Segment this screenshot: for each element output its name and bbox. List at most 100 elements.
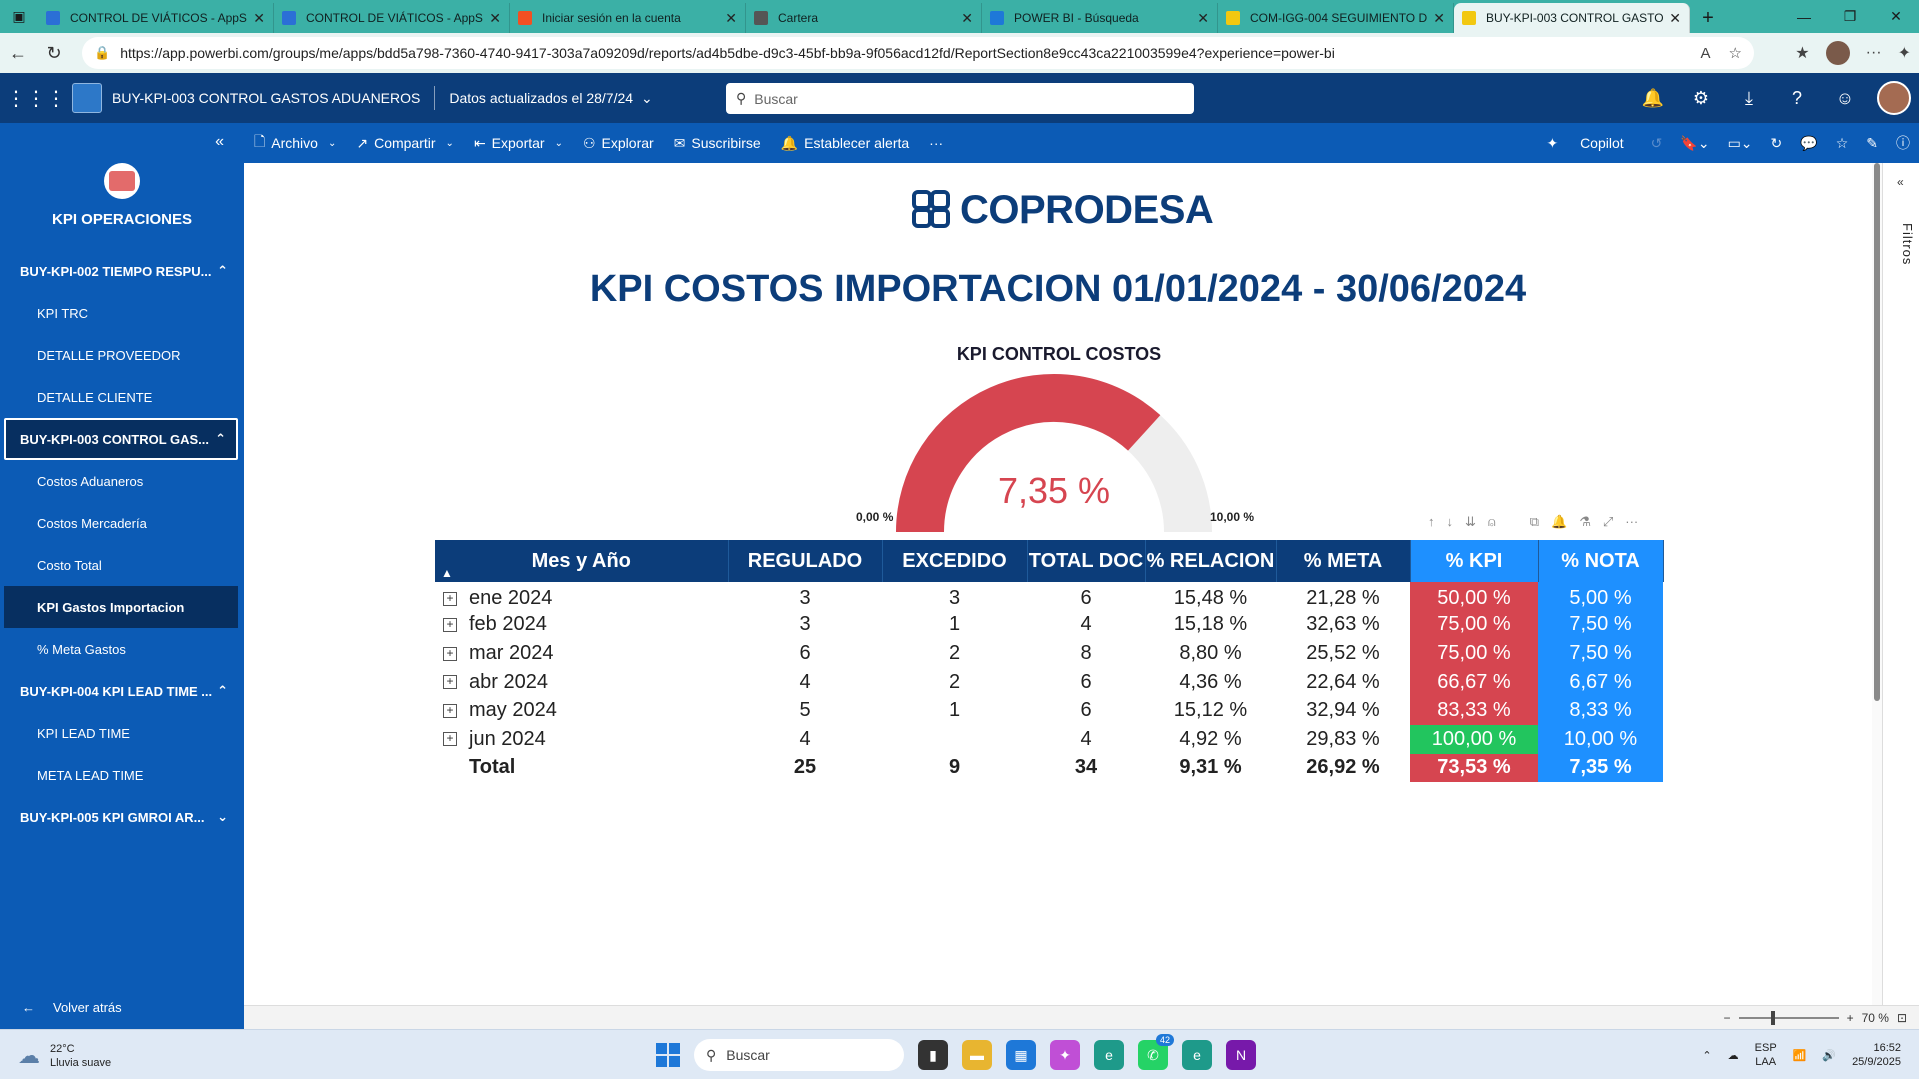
site-info-icon[interactable]: 🔒 [94,45,110,61]
close-tab-icon[interactable]: ✕ [725,10,737,27]
fit-page-icon[interactable]: ⊡ [1897,1011,1907,1025]
wifi-icon[interactable]: 📶 [1793,1049,1807,1062]
nav-section[interactable]: BUY-KPI-003 CONTROL GAS... ⌃ [4,418,238,460]
app-logo[interactable] [72,83,102,113]
browser-tab[interactable]: CONTROL DE VIÁTICOS - AppSheet ✕ [274,3,510,33]
row-label[interactable]: + abr 2024 [435,668,728,697]
help-icon[interactable]: ? [1773,73,1821,123]
nav-item[interactable]: DETALLE PROVEEDOR [0,334,244,376]
nav-item[interactable]: % Meta Gastos [0,628,244,670]
restore-icon[interactable]: ❐ [1827,0,1873,33]
close-tab-icon[interactable]: ✕ [489,10,501,27]
focus-mode-icon[interactable]: ⤢ [1603,514,1613,530]
drill-up-icon[interactable]: ↑ [1428,514,1435,530]
filters-pane[interactable]: « Filtros [1882,163,1919,1029]
row-label[interactable]: + feb 2024 [435,611,728,640]
expand-row-icon[interactable]: + [443,732,457,747]
zoom-out-icon[interactable]: − [1724,1011,1731,1025]
nav-item[interactable]: Costo Total [0,544,244,586]
url-field[interactable]: 🔒 https://app.powerbi.com/groups/me/apps… [82,37,1754,69]
copilot-button[interactable]: ✦ Copilot [1528,135,1641,152]
nav-item[interactable]: Costos Mercadería [0,502,244,544]
more-options-button[interactable]: ··· [919,123,953,163]
nav-item[interactable]: META LEAD TIME [0,754,244,796]
copilot-app-icon[interactable]: ✦ [1050,1040,1080,1070]
read-aloud-icon[interactable]: A [1701,45,1711,62]
favorite-star-icon[interactable]: ☆ [1729,44,1742,62]
share-menu[interactable]: ↗ Compartir ⌄ [346,123,464,163]
taskbar-search[interactable]: ⚲ Buscar [694,1039,904,1071]
filter-icon[interactable]: ⚗ [1579,514,1591,530]
user-avatar[interactable] [1877,81,1911,115]
browser-menu-icon[interactable]: ··· [1866,44,1882,62]
browser-tab[interactable]: CONTROL DE VIÁTICOS - AppSheet ✕ [38,3,274,33]
nav-section[interactable]: BUY-KPI-002 TIEMPO RESPU... ⌃ [0,250,244,292]
expand-row-icon[interactable]: + [443,646,457,661]
drill-down-icon[interactable]: ↓ [1447,514,1454,530]
language-indicator[interactable]: ESP LAA [1755,1041,1777,1069]
nav-item[interactable]: Costos Aduaneros [0,460,244,502]
nav-section[interactable]: BUY-KPI-005 KPI GMROI AR... ⌄ [0,796,244,838]
header-kpi[interactable]: % KPI [1410,540,1539,582]
row-label[interactable]: + ene 2024 [435,582,728,611]
profile-avatar[interactable] [1825,41,1850,65]
weather-widget[interactable]: ☁ 22°C Lluvia suave [18,1042,111,1070]
clock[interactable]: 16:52 25/9/2025 [1852,1041,1901,1069]
bookmark-icon[interactable]: 🔖⌄ [1671,135,1718,152]
chevron-up-icon[interactable]: ⌃ [1702,1049,1711,1062]
store-icon[interactable]: ▦ [1006,1040,1036,1070]
header-mes[interactable]: Mes y Año ▲ [435,540,729,582]
file-menu[interactable]: 🗋 Archivo ⌄ [244,123,346,163]
back-icon[interactable]: ← [0,35,36,71]
copilot-icon[interactable]: ✦ [1898,43,1911,63]
favorites-icon[interactable]: ★ [1795,43,1809,63]
hierarchy-icon[interactable]: ⍝ [1488,514,1496,530]
expand-row-icon[interactable]: + [443,675,457,690]
browser-tab[interactable]: BUY-KPI-003 CONTROL GASTOS ✕ [1454,3,1690,33]
browser-tab[interactable]: Cartera ✕ [746,3,982,33]
edit-icon[interactable]: ✎ [1857,135,1887,152]
expand-all-icon[interactable]: ⇊ [1465,514,1476,530]
nav-item[interactable]: KPI Gastos Importacion [4,586,238,628]
vertical-scrollbar[interactable] [1872,163,1882,1005]
volume-icon[interactable]: 🔊 [1822,1049,1836,1062]
nav-section[interactable]: BUY-KPI-004 KPI LEAD TIME ... ⌃ [0,670,244,712]
zoom-slider[interactable] [1738,1010,1839,1025]
close-tab-icon[interactable]: ✕ [1433,10,1445,27]
edge-active-icon[interactable]: e [1182,1040,1212,1070]
row-label[interactable]: + may 2024 [435,696,728,725]
browser-tab[interactable]: POWER BI - Búsqueda ✕ [982,3,1218,33]
app-launcher-icon[interactable]: ⋮⋮⋮ [0,73,72,123]
onenote-icon[interactable]: N [1226,1040,1256,1070]
zoom-in-icon[interactable]: + [1847,1011,1854,1025]
pin-alert-icon[interactable]: 🔔 [1551,514,1567,530]
edge-icon[interactable]: e [1094,1040,1124,1070]
header-relacion[interactable]: % RELACION [1145,540,1277,582]
nav-item[interactable]: DETALLE CLIENTE [0,376,244,418]
minimize-icon[interactable]: — [1781,0,1827,33]
more-visual-options-icon[interactable]: ··· [1625,514,1638,530]
view-icon[interactable]: ▭⌄ [1719,135,1762,152]
header-total-doc[interactable]: TOTAL DOC [1027,540,1146,582]
refresh-icon[interactable]: ↻ [36,35,72,71]
comment-icon[interactable]: 💬 [1791,135,1826,152]
browser-tab[interactable]: Iniciar sesión en la cuenta ✕ [510,3,746,33]
close-tab-icon[interactable]: ✕ [253,10,265,27]
data-updated-dropdown[interactable]: Datos actualizados el 28/7/24 ⌄ [449,90,652,107]
expand-row-icon[interactable]: + [443,703,457,718]
set-alert-button[interactable]: 🔔 Establecer alerta [771,123,920,163]
close-tab-icon[interactable]: ✕ [1669,10,1681,27]
row-label[interactable]: + jun 2024 [435,725,728,754]
whatsapp-icon[interactable]: ✆ 42 [1138,1034,1174,1070]
copy-visual-icon[interactable]: ⧉ [1530,514,1539,530]
close-tab-icon[interactable]: ✕ [1197,10,1209,27]
search-input[interactable]: ⚲ Buscar [726,83,1194,114]
file-explorer-icon[interactable]: ▬ [962,1040,992,1070]
notifications-icon[interactable]: 🔔 [1629,73,1677,123]
download-icon[interactable]: ⤓ [1725,73,1773,123]
tab-actions-icon[interactable]: ▣ [0,0,38,33]
feedback-icon[interactable]: ☺ [1821,73,1869,123]
expand-row-icon[interactable]: + [443,618,457,633]
header-meta[interactable]: % META [1276,540,1411,582]
collapse-nav-icon[interactable]: « [215,133,224,151]
